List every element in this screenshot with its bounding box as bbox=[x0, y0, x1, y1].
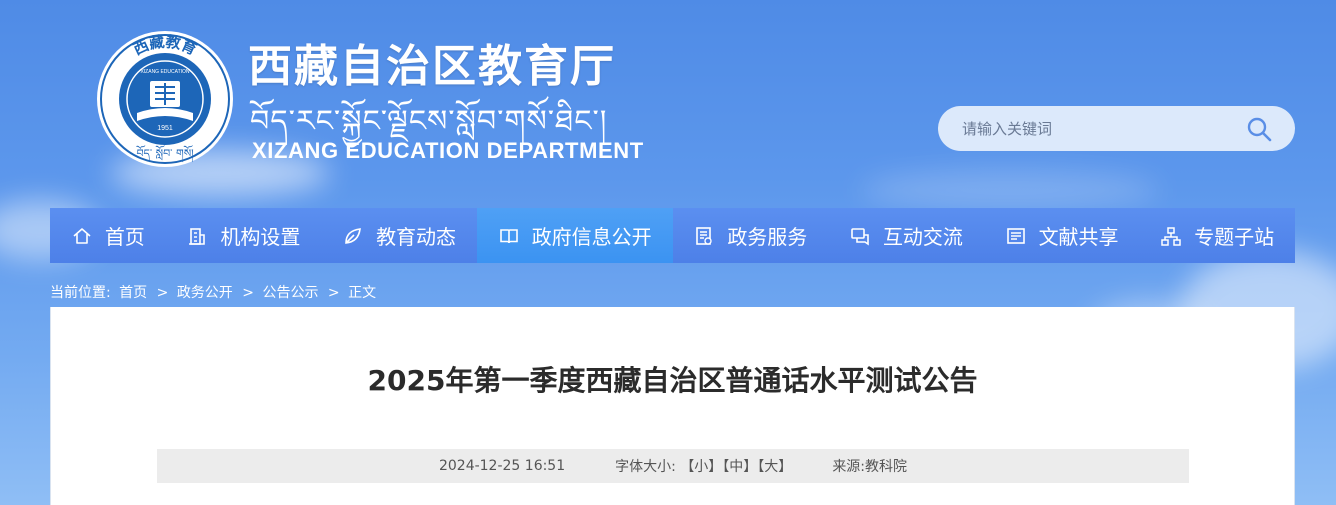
breadcrumb-separator: > bbox=[156, 285, 169, 301]
nav-item-organization[interactable]: 机构设置 bbox=[166, 208, 322, 263]
nav-item-gov-info-disclosure[interactable]: 政府信息公开 bbox=[476, 208, 673, 263]
font-size-controls: 字体大小: 【小】【中】【大】 bbox=[615, 456, 792, 476]
nav-item-label: 教育动态 bbox=[376, 225, 457, 249]
nav-item-gov-services[interactable]: 政务服务 bbox=[673, 208, 829, 263]
nav-item-label: 互动交流 bbox=[882, 225, 963, 249]
font-size-medium-button[interactable]: 【中】 bbox=[722, 459, 757, 475]
network-icon bbox=[1161, 226, 1181, 246]
site-header: 西藏教育 XIZANG EDUCATION 1951 བོད་ སློབ་ གས… bbox=[0, 0, 1336, 207]
article-meta-bar: 2024-12-25 16:51 字体大小: 【小】【中】【大】 来源:教科院 bbox=[157, 449, 1189, 483]
font-size-label: 字体大小: bbox=[615, 459, 676, 475]
breadcrumb-current: 正文 bbox=[348, 285, 377, 301]
nav-item-home[interactable]: 首页 bbox=[50, 208, 166, 263]
article-date: 2024-12-25 16:51 bbox=[438, 458, 566, 474]
breadcrumb: 当前位置: 首页 > 政务公开 > 公告公示 > 正文 bbox=[50, 282, 380, 302]
document-icon bbox=[696, 226, 713, 245]
search-box bbox=[938, 106, 1295, 151]
book-icon bbox=[499, 228, 518, 243]
font-size-large-button[interactable]: 【大】 bbox=[757, 459, 792, 475]
nav-item-education-news[interactable]: 教育动态 bbox=[321, 208, 477, 263]
breadcrumb-announcements[interactable]: 公告公示 bbox=[262, 285, 318, 301]
nav-item-label: 文献共享 bbox=[1038, 225, 1119, 249]
folder-icon bbox=[1006, 227, 1025, 244]
main-nav: 首页 机构设置 教育动态 政府信息公开 政务服务 互动交流 文献共享 专题子站 bbox=[50, 208, 1295, 263]
building-icon bbox=[189, 227, 206, 245]
breadcrumb-gov-affairs[interactable]: 政务公开 bbox=[177, 285, 233, 301]
site-title-english: XIZANG EDUCATION DEPARTMENT bbox=[252, 138, 644, 163]
nav-item-literature-sharing[interactable]: 文献共享 bbox=[984, 208, 1140, 263]
breadcrumb-prefix: 当前位置: bbox=[50, 285, 111, 301]
nav-item-label: 首页 bbox=[104, 225, 145, 249]
chat-icon bbox=[851, 227, 869, 245]
article-source: 来源:教科院 bbox=[832, 459, 908, 475]
emblem-year: 1951 bbox=[157, 125, 173, 132]
emblem-inner-text: XIZANG EDUCATION bbox=[140, 69, 189, 75]
nav-item-label: 专题子站 bbox=[1194, 225, 1275, 249]
article-container: 2025年第一季度西藏自治区普通话水平测试公告 2024-12-25 16:51… bbox=[50, 307, 1295, 505]
nav-item-label: 政务服务 bbox=[727, 225, 808, 249]
nav-item-interaction[interactable]: 互动交流 bbox=[828, 208, 984, 263]
font-size-small-button[interactable]: 【小】 bbox=[680, 459, 722, 475]
nav-item-label: 政府信息公开 bbox=[531, 225, 652, 249]
nav-item-special-topics[interactable]: 专题子站 bbox=[1139, 208, 1295, 263]
home-icon bbox=[73, 227, 91, 244]
education-emblem-logo[interactable]: 西藏教育 XIZANG EDUCATION 1951 བོད་ སློབ་ གས… bbox=[95, 29, 235, 169]
search-input[interactable] bbox=[962, 106, 1242, 151]
site-title-chinese: 西藏自治区教育厅 bbox=[248, 41, 616, 92]
leaf-icon bbox=[345, 227, 361, 244]
nav-item-label: 机构设置 bbox=[220, 225, 301, 249]
breadcrumb-separator: > bbox=[327, 285, 340, 301]
article-title: 2025年第一季度西藏自治区普通话水平测试公告 bbox=[367, 364, 978, 397]
breadcrumb-home[interactable]: 首页 bbox=[119, 285, 147, 301]
search-icon[interactable] bbox=[1245, 115, 1273, 143]
breadcrumb-separator: > bbox=[242, 285, 254, 301]
